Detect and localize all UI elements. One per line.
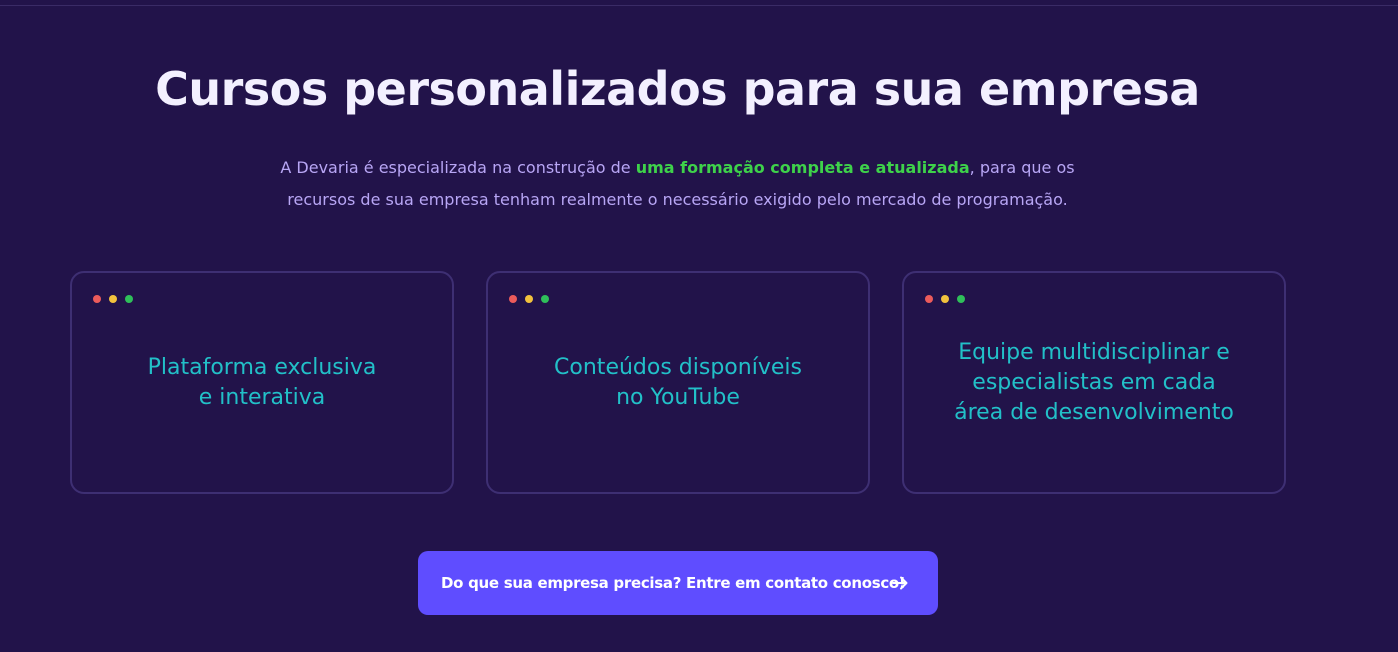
card-line: no YouTube bbox=[616, 384, 740, 410]
description-text-start: A Devaria é especializada na construção … bbox=[280, 158, 636, 177]
description-text-end: , para que os bbox=[969, 158, 1075, 177]
card-line: Plataforma exclusiva bbox=[147, 354, 377, 380]
card-text: Equipe multidisciplinar e especialistas … bbox=[904, 273, 1284, 492]
top-divider bbox=[0, 5, 1398, 6]
card-line: e interativa bbox=[198, 384, 326, 410]
section-description: A Devaria é especializada na construção … bbox=[0, 152, 1355, 216]
description-line-2: recursos de sua empresa tenham realmente… bbox=[287, 190, 1068, 209]
card-text: Conteúdos disponíveis no YouTube bbox=[488, 273, 868, 492]
feature-card-team: Equipe multidisciplinar e especialistas … bbox=[902, 271, 1286, 494]
page: Cursos personalizados para sua empresa A… bbox=[0, 0, 1398, 652]
arrow-right-icon bbox=[892, 576, 908, 590]
card-line: especialistas em cada bbox=[972, 369, 1216, 395]
description-highlight: uma formação completa e atualizada bbox=[635, 158, 970, 177]
card-text: Plataforma exclusiva e interativa bbox=[72, 273, 452, 492]
section-title: Cursos personalizados para sua empresa bbox=[155, 62, 1200, 116]
card-line: Equipe multidisciplinar e bbox=[958, 339, 1230, 365]
feature-card-platform: Plataforma exclusiva e interativa bbox=[70, 271, 454, 494]
card-line: área de desenvolvimento bbox=[954, 399, 1234, 425]
contact-cta-button[interactable]: Do que sua empresa precisa? Entre em con… bbox=[418, 551, 938, 615]
feature-card-youtube: Conteúdos disponíveis no YouTube bbox=[486, 271, 870, 494]
card-line: Conteúdos disponíveis bbox=[554, 354, 802, 380]
cta-label: Do que sua empresa precisa? Entre em con… bbox=[441, 574, 906, 592]
